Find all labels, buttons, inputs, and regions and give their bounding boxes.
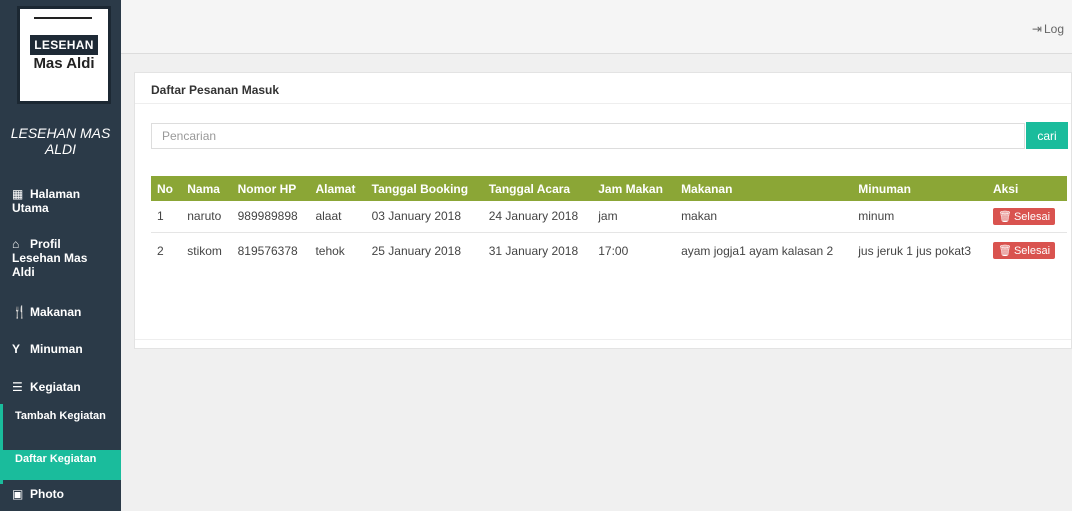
table-cell: 989989898 — [231, 201, 310, 233]
table-cell: 25 January 2018 — [371, 243, 462, 258]
search-input[interactable] — [151, 123, 1025, 149]
column-header: Nomor HP — [237, 181, 297, 196]
table-cell: makan — [675, 201, 853, 233]
table-cell: jam — [592, 201, 676, 233]
column-header: Minuman — [858, 181, 911, 196]
sidebar-item-label: Photo — [30, 487, 64, 501]
sidebar-item-label: Kegiatan — [30, 380, 81, 394]
column-header: Aksi — [992, 181, 1019, 196]
table-cell: naruto — [181, 201, 232, 233]
trash-icon: 🗑 — [997, 210, 1012, 223]
table-cell: 2 — [157, 243, 164, 258]
column-header: Tanggal Booking — [371, 181, 469, 196]
table-cell: 31 January 2018 — [488, 243, 579, 258]
selesai-label: Selesai — [1013, 245, 1051, 258]
trash-icon: 🗑 — [997, 245, 1012, 258]
sidebar: LESEHAN Mas Aldi LESEHAN MAS ALDI ▦ Halam… — [0, 0, 121, 511]
logo-text-bottom: Mas Aldi — [33, 55, 95, 72]
divider — [135, 339, 1071, 340]
table-cell: 819576378 — [237, 243, 298, 258]
sign-out-icon: ⇥ — [1031, 22, 1042, 36]
logo-text-top: LESEHAN — [30, 35, 98, 55]
sidebar-item-profil[interactable]: ⌂ Profil Lesehan Mas Aldi — [0, 237, 121, 279]
column-header: Nama — [187, 181, 220, 196]
table-row: 1 naruto 989989898 alaat 03 January 2018… — [151, 201, 1067, 233]
logo[interactable]: LESEHAN Mas Aldi — [17, 6, 111, 104]
table-cell-action: 🗑 Selesai — [987, 232, 1067, 269]
orders-panel: Daftar Pesanan Masuk cari No Nama Nomor … — [134, 72, 1072, 349]
table-cell-action: 🗑 Selesai — [986, 201, 1067, 233]
grid-icon: ▦ — [12, 187, 24, 201]
column-header: Makanan — [681, 181, 733, 196]
table-row: 2 stikom 819576378 tehok 25 January 2018… — [151, 232, 1067, 269]
home-icon: ⌂ — [12, 237, 20, 251]
cutlery-icon: 🍴 — [12, 305, 27, 319]
top-bar: ⇥ Log — [121, 0, 1072, 54]
panel-title: Daftar Pesanan Masuk — [151, 83, 280, 97]
table-cell: 24 January 2018 — [482, 201, 593, 233]
selesai-button[interactable]: 🗑 Selesai — [992, 242, 1056, 260]
selesai-label: Selesai — [1013, 210, 1051, 223]
table-header-row: No Nama Nomor HP Alamat Tanggal Booking … — [151, 176, 1067, 201]
glass-icon: Y — [12, 342, 21, 356]
kegiatan-submenu: Tambah Kegiatan Daftar Kegiatan — [0, 404, 121, 484]
table-cell: ayam jogja1 ayam kalasan 2 — [681, 243, 834, 258]
sidebar-item-label: Makanan — [30, 305, 82, 319]
table-cell: jus jeruk 1 jus pokat3 — [858, 243, 971, 258]
table-cell: stikom — [187, 243, 222, 258]
sidebar-subitem-daftar-kegiatan[interactable]: Daftar Kegiatan — [3, 450, 121, 480]
search-button[interactable]: cari — [1026, 122, 1068, 149]
divider — [135, 103, 1071, 104]
list-icon: ☰ — [12, 380, 23, 394]
sidebar-item-photo[interactable]: ▣ Photo — [0, 487, 76, 501]
orders-table: No Nama Nomor HP Alamat Tanggal Booking … — [151, 176, 1067, 269]
sidebar-item-makanan[interactable]: 🍴 Makanan — [0, 305, 93, 319]
logout-link[interactable]: ⇥ Log — [1032, 22, 1064, 36]
sidebar-subitem-tambah-kegiatan[interactable]: Tambah Kegiatan — [3, 410, 121, 422]
table-cell: 03 January 2018 — [365, 201, 483, 233]
column-header: Alamat — [315, 181, 356, 196]
brand-title: LESEHAN MAS ALDI — [10, 125, 111, 157]
table-cell: alaat — [309, 201, 366, 233]
logout-label: Log — [1043, 22, 1064, 36]
selesai-button[interactable]: 🗑 Selesai — [992, 207, 1056, 225]
sidebar-item-kegiatan[interactable]: ☰ Kegiatan — [0, 380, 93, 394]
picture-icon: ▣ — [12, 487, 24, 501]
column-header: Tanggal Acara — [488, 181, 571, 196]
sidebar-item-label: Minuman — [30, 342, 83, 356]
table-cell: tehok — [315, 243, 345, 258]
column-header: Jam Makan — [598, 181, 663, 196]
sidebar-item-halaman-utama[interactable]: ▦ Halaman Utama — [0, 187, 121, 215]
logo-line — [34, 17, 92, 19]
table-cell: 1 — [151, 201, 182, 233]
table-cell: 17:00 — [598, 243, 629, 258]
column-header: No — [157, 181, 173, 196]
table-cell: minum — [852, 201, 987, 233]
sidebar-item-minuman[interactable]: Y Minuman — [0, 342, 95, 356]
